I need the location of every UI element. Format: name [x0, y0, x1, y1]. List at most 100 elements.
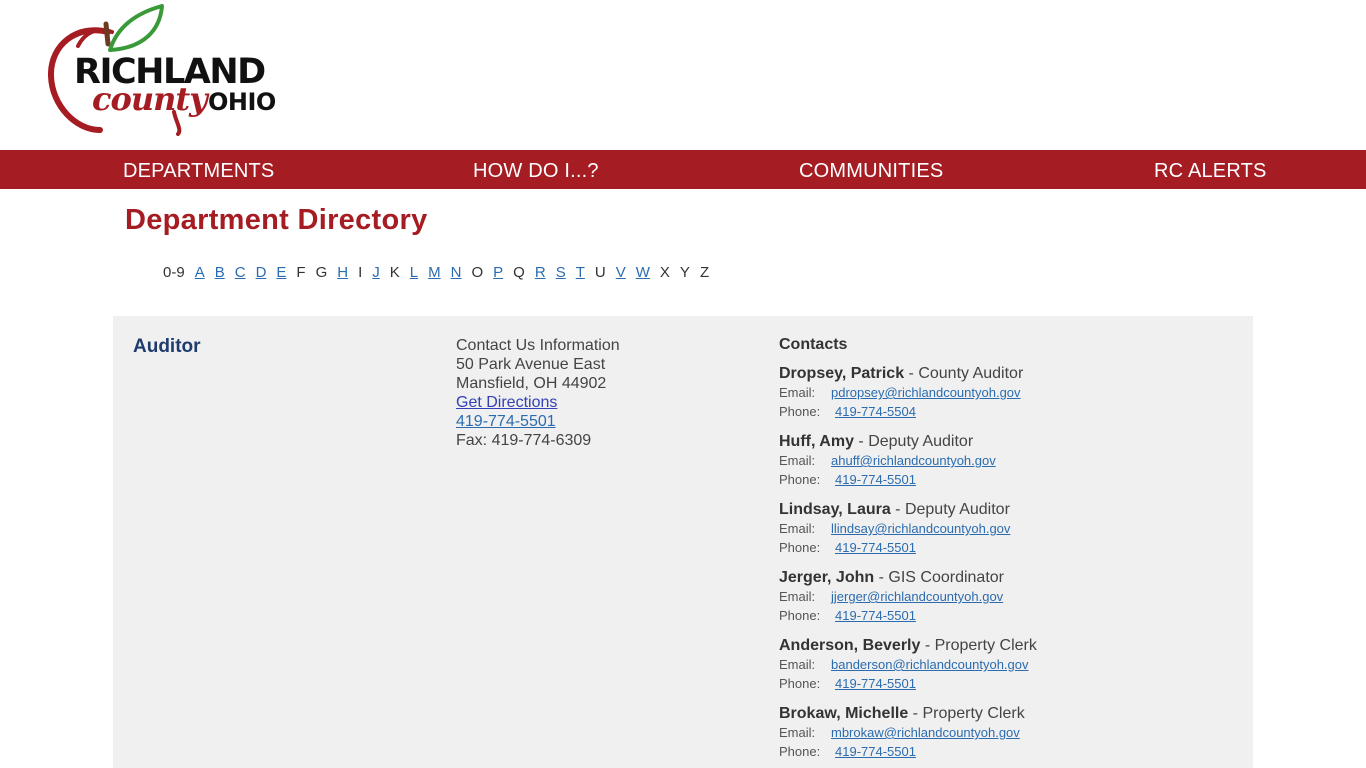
- phone-label: Phone:: [779, 744, 821, 759]
- phone-label: Phone:: [779, 608, 821, 623]
- address-line-2: Mansfield, OH 44902: [456, 375, 607, 392]
- contact-email-row: Email: banderson@richlandcountyoh.gov: [779, 657, 1239, 676]
- page-title: Department Directory: [125, 204, 428, 236]
- contact-email-link[interactable]: jjerger@richlandcountyoh.gov: [831, 589, 1003, 604]
- contact-title: - Property Clerk: [908, 705, 1025, 722]
- alphabet-letter[interactable]: M: [428, 264, 441, 281]
- alphabet-letter: X: [659, 264, 670, 281]
- alphabet-letter[interactable]: B: [215, 264, 225, 281]
- alphabet-letter: Q: [513, 264, 525, 281]
- contact-name: Jerger, John: [779, 569, 875, 586]
- department-fax: Fax: 419-774-6309: [456, 432, 592, 449]
- alphabet-letter: F: [296, 264, 306, 281]
- contact-email-link[interactable]: mbrokaw@richlandcountyoh.gov: [831, 725, 1020, 740]
- get-directions-link[interactable]: Get Directions: [456, 394, 557, 411]
- phone-label: Phone:: [779, 472, 821, 487]
- nav-departments[interactable]: DEPARTMENTS: [123, 160, 274, 183]
- contact-email-row: Email: jjerger@richlandcountyoh.gov: [779, 589, 1239, 608]
- contact-phone-link[interactable]: 419-774-5504: [835, 404, 916, 419]
- contact-entry: Brokaw, Michelle - Property Clerk Email: m…: [779, 705, 1239, 763]
- contact-phone-row: Phone: 419-774-5501: [779, 608, 1239, 627]
- alphabet-letter[interactable]: L: [410, 264, 418, 281]
- logo-ohio-text: OHIO: [208, 88, 276, 116]
- logo-county-text: county: [92, 80, 208, 118]
- contact-title: - Deputy Auditor: [853, 433, 974, 450]
- email-label: Email:: [779, 725, 816, 740]
- contact-name-line: Huff, Amy - Deputy Auditor: [779, 433, 1239, 453]
- email-label: Email:: [779, 657, 816, 672]
- department-name[interactable]: Auditor: [133, 336, 201, 358]
- alphabet-letter[interactable]: P: [493, 264, 503, 281]
- contact-email-row: Email: pdropsey@richlandcountyoh.gov: [779, 385, 1239, 404]
- contact-phone-link[interactable]: 419-774-5501: [835, 540, 916, 555]
- alphabet-letter[interactable]: A: [195, 264, 205, 281]
- email-label: Email:: [779, 521, 816, 536]
- alphabet-letter[interactable]: V: [616, 264, 626, 281]
- contact-name-line: Dropsey, Patrick - County Auditor: [779, 365, 1239, 385]
- contact-phone-link[interactable]: 419-774-5501: [835, 744, 916, 759]
- contact-entry: Jerger, John - GIS Coordinator Email: jjer…: [779, 569, 1239, 627]
- alphabet-letter: Y: [679, 264, 690, 281]
- contacts-heading: Contacts: [779, 336, 848, 353]
- contact-email-link[interactable]: pdropsey@richlandcountyoh.gov: [831, 385, 1021, 400]
- alphabet-letter: O: [471, 264, 484, 281]
- contact-phone-row: Phone: 419-774-5501: [779, 472, 1239, 491]
- alphabet-letter[interactable]: N: [451, 264, 462, 281]
- contact-phone-row: Phone: 419-774-5501: [779, 540, 1239, 559]
- alphabet-letter[interactable]: S: [556, 264, 566, 281]
- contact-email-row: Email: ahuff@richlandcountyoh.gov: [779, 453, 1239, 472]
- contact-title: - County Auditor: [904, 365, 1024, 382]
- alphabet-letter[interactable]: R: [535, 264, 546, 281]
- nav-how-do-i[interactable]: HOW DO I...?: [473, 160, 599, 183]
- alphabet-letter[interactable]: H: [337, 264, 348, 281]
- contact-info-heading: Contact Us Information: [456, 337, 620, 354]
- contact-entry: Lindsay, Laura - Deputy Auditor Email: lli…: [779, 501, 1239, 559]
- email-label: Email:: [779, 385, 816, 400]
- contact-title: - GIS Coordinator: [874, 569, 1004, 586]
- contact-title: - Deputy Auditor: [890, 501, 1010, 518]
- nav-rc-alerts[interactable]: RC ALERTS: [1154, 160, 1267, 183]
- phone-label: Phone:: [779, 676, 821, 691]
- contact-info: Contact Us Information 50 Park Avenue Ea…: [456, 336, 620, 450]
- alphabet-letter[interactable]: W: [636, 264, 650, 281]
- alphabet-letter[interactable]: D: [256, 264, 267, 281]
- address-line-1: 50 Park Avenue East: [456, 356, 606, 373]
- phone-label: Phone:: [779, 404, 821, 419]
- contact-phone-row: Phone: 419-774-5501: [779, 744, 1239, 763]
- contact-email-link[interactable]: ahuff@richlandcountyoh.gov: [831, 453, 996, 468]
- department-card: Auditor Contact Us Information 50 Park A…: [113, 316, 1253, 768]
- alphabet-letter[interactable]: T: [576, 264, 585, 281]
- alphabet-letter: Z: [699, 264, 710, 281]
- contact-name-line: Anderson, Beverly - Property Clerk: [779, 637, 1239, 657]
- alphabet-letter[interactable]: J: [372, 264, 380, 281]
- contact-email-row: Email: llindsay@richlandcountyoh.gov: [779, 521, 1239, 540]
- contact-name: Dropsey, Patrick: [779, 365, 905, 382]
- contact-name: Brokaw, Michelle: [779, 705, 909, 722]
- contact-phone-row: Phone: 419-774-5501: [779, 676, 1239, 695]
- alphabet-letter: 0-9: [163, 264, 185, 281]
- department-phone-link[interactable]: 419-774-5501: [456, 413, 556, 430]
- contact-phone-link[interactable]: 419-774-5501: [835, 676, 916, 691]
- nav-communities[interactable]: COMMUNITIES: [799, 160, 943, 183]
- contact-entry: Dropsey, Patrick - County Auditor Email: p…: [779, 365, 1239, 423]
- site-header: RICHLAND county OHIO: [0, 0, 1366, 150]
- richland-county-logo[interactable]: RICHLAND county OHIO: [48, 4, 298, 136]
- alphabet-letter: K: [389, 264, 400, 281]
- contact-email-link[interactable]: llindsay@richlandcountyoh.gov: [831, 521, 1010, 536]
- contacts-list: Contacts Dropsey, Patrick - County Audit…: [779, 336, 1239, 763]
- alphabet-letter: G: [315, 264, 328, 281]
- contact-entry: Huff, Amy - Deputy Auditor Email: ahuff@ri…: [779, 433, 1239, 491]
- contact-name-line: Brokaw, Michelle - Property Clerk: [779, 705, 1239, 725]
- alphabet-letter[interactable]: C: [235, 264, 246, 281]
- phone-label: Phone:: [779, 540, 821, 555]
- email-label: Email:: [779, 453, 816, 468]
- email-label: Email:: [779, 589, 816, 604]
- contact-phone-link[interactable]: 419-774-5501: [835, 472, 916, 487]
- contact-phone-link[interactable]: 419-774-5501: [835, 608, 916, 623]
- alphabet-letter: U: [594, 264, 606, 281]
- contact-email-link[interactable]: banderson@richlandcountyoh.gov: [831, 657, 1029, 672]
- contact-name-line: Lindsay, Laura - Deputy Auditor: [779, 501, 1239, 521]
- alphabet-letter[interactable]: E: [276, 264, 286, 281]
- contact-name: Lindsay, Laura: [779, 501, 891, 518]
- contact-name: Anderson, Beverly: [779, 637, 921, 654]
